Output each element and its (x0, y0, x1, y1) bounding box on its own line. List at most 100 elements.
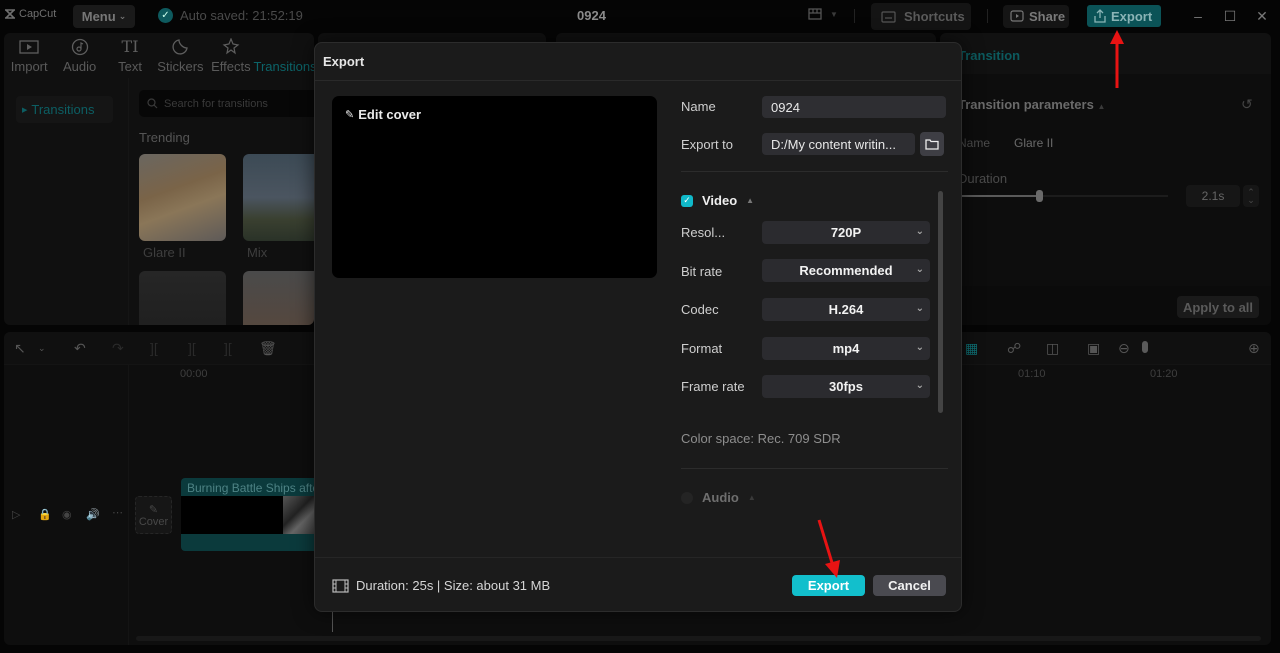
tab-import[interactable]: Import (4, 33, 54, 78)
codec-value: H.264 (828, 302, 864, 317)
cover-button[interactable]: ✎ Cover (135, 496, 172, 534)
cancel-button[interactable]: Cancel (873, 575, 946, 596)
caret-up-icon: ▲ (1097, 102, 1106, 111)
lock-icon[interactable]: 🔒 (38, 508, 52, 521)
divider (987, 9, 988, 23)
reset-icon[interactable]: ↺ (1241, 96, 1253, 113)
layout-icon (808, 8, 822, 20)
duration-stepper[interactable]: ⌃ ⌄ (1243, 185, 1259, 207)
project-title: 0924 (577, 8, 606, 23)
delete-icon[interactable]: 🗑 (259, 340, 277, 357)
frame-rate-label: Frame rate (681, 379, 745, 394)
menu-button[interactable]: Menu ⌄ (73, 5, 135, 28)
close-window-button[interactable]: ✕ (1254, 8, 1270, 25)
export-top-label: Export (1111, 8, 1153, 24)
transition-thumbnail-glare-ii[interactable] (139, 154, 226, 241)
tab-label: Audio (62, 59, 97, 74)
edit-icon: ✎ (345, 109, 355, 121)
share-icon (1010, 10, 1024, 22)
export-path-input[interactable]: D:/My content writin... (762, 133, 915, 155)
zoom-slider-handle[interactable] (1142, 341, 1148, 353)
split-center-icon[interactable]: ◫ (1046, 340, 1059, 357)
settings-scrollbar[interactable] (938, 191, 943, 413)
edit-cover-button[interactable]: ✎ Edit cover (345, 107, 421, 122)
properties-panel: Transition Transition parameters ▲ ↺ Nam… (940, 33, 1271, 325)
trim-right-icon[interactable]: ][ (224, 340, 232, 356)
resolution-select[interactable]: 720P ⌄ (762, 221, 930, 244)
ruler-label: 01:20 (1150, 368, 1178, 380)
export-top-button[interactable]: Export (1087, 5, 1161, 27)
audio-icon (71, 38, 88, 56)
frame-rate-select[interactable]: 30fps ⌄ (762, 375, 930, 398)
transition-thumbnail-mix[interactable] (243, 154, 314, 241)
search-input[interactable]: Search for transitions (139, 90, 314, 117)
transition-thumbnail[interactable] (243, 271, 314, 325)
category-item-transitions[interactable]: ▶ Transitions (16, 96, 113, 123)
duration-input[interactable]: 2.1s (1186, 185, 1240, 207)
category-label: Transitions (31, 102, 95, 117)
caret-up-icon[interactable]: ▲ (746, 196, 754, 205)
chevron-down-icon: ⌄ (915, 226, 924, 237)
tab-stickers[interactable]: Stickers (155, 33, 205, 78)
annotation-arrow-down (817, 519, 840, 578)
transition-label: Mix (247, 245, 268, 260)
codec-select[interactable]: H.264 ⌄ (762, 298, 930, 321)
split-icon[interactable]: ][ (150, 340, 158, 356)
tab-label: Transitions (253, 59, 314, 74)
trim-left-icon[interactable]: ][ (188, 340, 196, 356)
tab-transition[interactable]: Transition (940, 33, 1271, 74)
shortcuts-button[interactable]: Shortcuts (871, 3, 971, 30)
undo-icon[interactable]: ↶ (74, 340, 86, 357)
playhead[interactable] (332, 610, 333, 632)
capcut-logo-icon (5, 9, 15, 19)
audio-checkbox[interactable] (681, 491, 693, 504)
browse-folder-button[interactable] (920, 132, 944, 156)
video-clip[interactable]: Burning Battle Ships after (181, 478, 321, 551)
chevron-down-icon[interactable]: ⌄ (38, 343, 46, 354)
track-video-icon[interactable]: ▷ (12, 508, 20, 521)
folder-icon (925, 139, 939, 150)
zoom-out-icon[interactable]: ⊖ (1118, 340, 1130, 357)
category-sidebar: ▶ Transitions (4, 78, 129, 325)
keyboard-icon (881, 10, 896, 23)
name-input[interactable]: 0924 (762, 96, 946, 118)
apply-to-all-button[interactable]: Apply to all (1177, 296, 1259, 318)
tab-transitions[interactable]: Transitions (253, 33, 314, 78)
select-cursor-icon[interactable]: ↖ (14, 340, 26, 357)
bit-rate-select[interactable]: Recommended ⌄ (762, 259, 930, 282)
chevron-down-icon: ⌄ (915, 264, 924, 275)
slider-handle[interactable] (1036, 190, 1044, 202)
cover-preview[interactable]: ✎ Edit cover (332, 96, 657, 278)
tab-label: Stickers (157, 59, 204, 74)
zoom-in-icon[interactable]: ⊕ (1248, 340, 1260, 357)
layout-button[interactable]: ▼ (808, 8, 838, 20)
snap-icon[interactable]: ▦ (965, 340, 978, 357)
eye-icon[interactable]: ◉ (62, 508, 72, 521)
format-select[interactable]: mp4 ⌄ (762, 337, 930, 360)
section-title-text: Transition parameters (958, 97, 1094, 112)
duration-slider[interactable] (960, 190, 1168, 202)
link-icon[interactable]: ☍ (1007, 340, 1021, 357)
redo-icon[interactable]: ↷ (112, 340, 124, 357)
minimize-button[interactable]: – (1190, 8, 1206, 24)
preview-axis-icon[interactable]: ▣ (1087, 340, 1100, 357)
check-circle-icon: ✓ (158, 8, 173, 23)
text-icon: TI (121, 37, 139, 56)
effects-icon (222, 38, 240, 55)
transition-thumbnail[interactable] (139, 271, 226, 325)
maximize-button[interactable]: ☐ (1222, 8, 1238, 25)
share-button[interactable]: Share (1003, 5, 1069, 28)
tab-effects[interactable]: Effects (206, 33, 256, 78)
timeline-scrollbar[interactable] (136, 636, 1261, 641)
video-checkbox[interactable]: ✓ (681, 194, 693, 207)
volume-icon[interactable]: 🔊 (86, 508, 100, 521)
divider (854, 9, 855, 23)
codec-label: Codec (681, 302, 719, 317)
more-icon[interactable]: ⋯ (112, 506, 123, 519)
color-space-text: Color space: Rec. 709 SDR (681, 431, 841, 446)
caret-up-icon[interactable]: ▲ (748, 493, 756, 502)
tab-text[interactable]: TI Text (105, 33, 155, 78)
divider (681, 171, 948, 172)
bit-rate-label: Bit rate (681, 264, 723, 279)
tab-audio[interactable]: Audio (54, 33, 104, 78)
